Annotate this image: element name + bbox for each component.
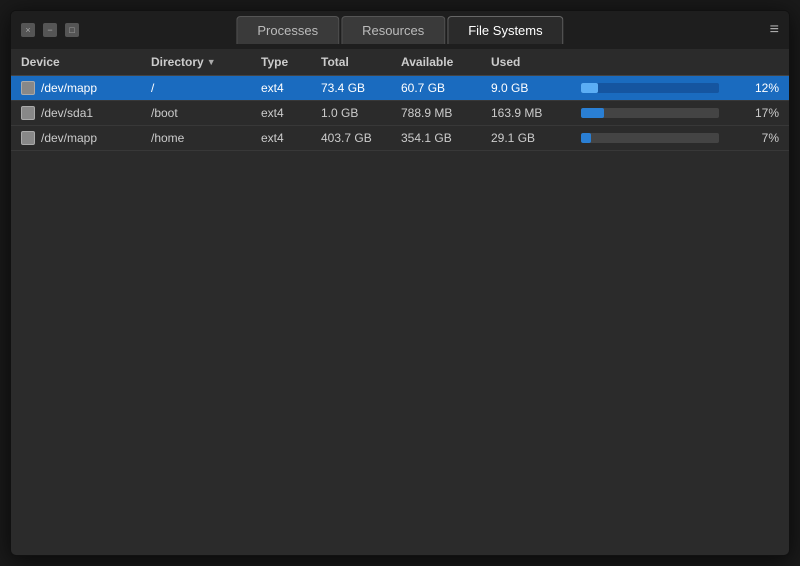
tab-resources[interactable]: Resources — [341, 16, 445, 44]
disk-icon — [21, 106, 35, 120]
maximize-button[interactable]: □ — [65, 23, 79, 37]
device-cell: /dev/mapp — [21, 81, 151, 95]
col-type-label: Type — [261, 55, 288, 69]
main-window: × − □ Processes Resources File Systems ≡… — [10, 10, 790, 556]
progress-bar-fill — [581, 83, 598, 93]
total-value: 1.0 GB — [321, 106, 401, 120]
used-value: 163.9 MB — [491, 106, 581, 120]
col-directory[interactable]: Directory ▼ — [151, 55, 261, 69]
col-directory-label: Directory — [151, 55, 204, 69]
main-content: Device Directory ▼ Type Total Available … — [11, 49, 789, 555]
table-body: /dev/mapp / ext4 73.4 GB 60.7 GB 9.0 GB … — [11, 76, 789, 555]
progress-bar-fill — [581, 133, 591, 143]
col-type: Type — [261, 55, 321, 69]
col-total-label: Total — [321, 55, 349, 69]
directory-value: /boot — [151, 106, 261, 120]
type-value: ext4 — [261, 131, 321, 145]
close-button[interactable]: × — [21, 23, 35, 37]
col-used: Used — [491, 55, 581, 69]
progress-bar-container — [581, 83, 719, 93]
tab-file-systems[interactable]: File Systems — [447, 16, 563, 44]
tab-processes[interactable]: Processes — [236, 16, 339, 44]
percent-value: 12% — [719, 81, 779, 95]
menu-icon[interactable]: ≡ — [770, 21, 779, 39]
col-available-label: Available — [401, 55, 453, 69]
available-value: 788.9 MB — [401, 106, 491, 120]
used-value: 29.1 GB — [491, 131, 581, 145]
col-percent — [719, 55, 779, 69]
device-value: /dev/sda1 — [41, 106, 93, 120]
device-cell: /dev/mapp — [21, 131, 151, 145]
available-value: 60.7 GB — [401, 81, 491, 95]
disk-icon — [21, 131, 35, 145]
col-bar — [581, 55, 719, 69]
progress-bar-container — [581, 133, 719, 143]
col-available: Available — [401, 55, 491, 69]
sort-arrow-icon: ▼ — [207, 57, 216, 67]
available-value: 354.1 GB — [401, 131, 491, 145]
minimize-button[interactable]: − — [43, 23, 57, 37]
directory-value: /home — [151, 131, 261, 145]
progress-bar-container — [581, 108, 719, 118]
table-row[interactable]: /dev/mapp /home ext4 403.7 GB 354.1 GB 2… — [11, 126, 789, 151]
percent-value: 7% — [719, 131, 779, 145]
device-cell: /dev/sda1 — [21, 106, 151, 120]
table-header: Device Directory ▼ Type Total Available … — [11, 49, 789, 76]
percent-value: 17% — [719, 106, 779, 120]
directory-value: / — [151, 81, 261, 95]
device-value: /dev/mapp — [41, 131, 97, 145]
titlebar: × − □ Processes Resources File Systems ≡ — [11, 11, 789, 49]
window-controls: × − □ — [21, 23, 79, 37]
total-value: 73.4 GB — [321, 81, 401, 95]
progress-bar-fill — [581, 108, 604, 118]
tab-bar: Processes Resources File Systems — [236, 16, 563, 44]
col-used-label: Used — [491, 55, 520, 69]
col-device: Device — [21, 55, 151, 69]
disk-icon — [21, 81, 35, 95]
total-value: 403.7 GB — [321, 131, 401, 145]
device-value: /dev/mapp — [41, 81, 97, 95]
col-total: Total — [321, 55, 401, 69]
table-row[interactable]: /dev/sda1 /boot ext4 1.0 GB 788.9 MB 163… — [11, 101, 789, 126]
type-value: ext4 — [261, 106, 321, 120]
col-device-label: Device — [21, 55, 60, 69]
used-value: 9.0 GB — [491, 81, 581, 95]
table-row[interactable]: /dev/mapp / ext4 73.4 GB 60.7 GB 9.0 GB … — [11, 76, 789, 101]
type-value: ext4 — [261, 81, 321, 95]
